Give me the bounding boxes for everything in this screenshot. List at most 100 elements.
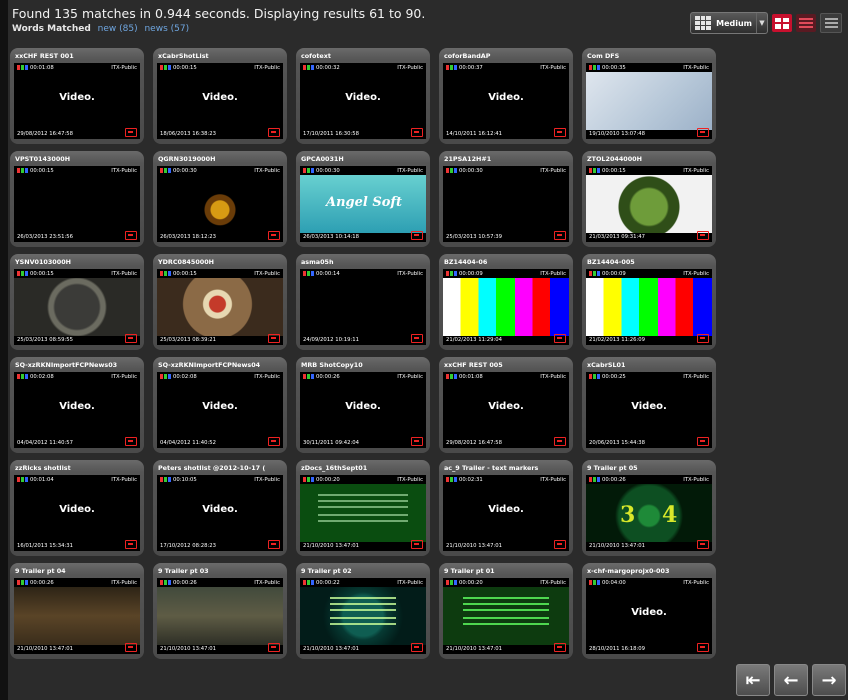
card-thumbnail[interactable]: 00:00:15 ITX-Public 26/03/2013 23:51:56 bbox=[14, 166, 140, 242]
flag-icon[interactable] bbox=[411, 540, 423, 549]
result-card[interactable]: ZTOL2044000H 00:00:15 ITX-Public 21/03/2013… bbox=[582, 151, 716, 247]
flag-icon[interactable] bbox=[268, 643, 280, 652]
word-link-news[interactable]: news (57) bbox=[144, 24, 189, 34]
card-thumbnail[interactable]: 00:02:08 ITX-Public Video. 04/04/2012 11:40… bbox=[157, 372, 283, 448]
card-thumbnail[interactable]: 00:01:04 ITX-Public Video. 16/01/2013 15:34… bbox=[14, 475, 140, 551]
flag-icon[interactable] bbox=[554, 334, 566, 343]
card-thumbnail[interactable]: 00:00:26 ITX-Public 3 4 21/10/2010 13:47:01 bbox=[586, 475, 712, 551]
flag-icon[interactable] bbox=[697, 231, 709, 240]
result-card[interactable]: BZ14404-005 00:00:09 ITX-Public 21/02/2013 … bbox=[582, 254, 716, 350]
card-thumbnail[interactable]: 00:01:08 ITX-Public Video. 29/08/2012 16:47… bbox=[14, 63, 140, 139]
flag-icon[interactable] bbox=[125, 643, 137, 652]
flag-icon[interactable] bbox=[554, 437, 566, 446]
result-card[interactable]: VPST0143000H 00:00:15 ITX-Public 26/03/2013… bbox=[10, 151, 144, 247]
flag-icon[interactable] bbox=[697, 643, 709, 652]
card-thumbnail[interactable]: 00:00:26 ITX-Public 21/10/2010 13:47:01 bbox=[14, 578, 140, 654]
card-thumbnail[interactable]: 00:00:15 ITX-Public 21/03/2013 09:31:47 bbox=[586, 166, 712, 242]
result-card[interactable]: zzRicks shotlist 00:01:04 ITX-Public Video.… bbox=[10, 460, 144, 556]
card-thumbnail[interactable]: 00:00:26 ITX-Public 21/10/2010 13:47:01 bbox=[157, 578, 283, 654]
result-card[interactable]: MRB ShotCopy10 00:00:26 ITX-Public Video. 30… bbox=[296, 357, 430, 453]
result-card[interactable]: Com DFS 00:00:35 ITX-Public 19/10/2010 13:0… bbox=[582, 48, 716, 144]
card-thumbnail[interactable]: 00:04:00 ITX-Public Video. 28/10/2011 16:18… bbox=[586, 578, 712, 654]
flag-icon[interactable] bbox=[125, 437, 137, 446]
result-card[interactable]: zDocs_16thSept01 00:00:20 ITX-Public 21/10/… bbox=[296, 460, 430, 556]
flag-icon[interactable] bbox=[411, 128, 423, 137]
card-thumbnail[interactable]: 00:00:26 ITX-Public Video. 30/11/2011 09:42… bbox=[300, 372, 426, 448]
flag-icon[interactable] bbox=[411, 334, 423, 343]
card-thumbnail[interactable]: 00:00:09 ITX-Public 21/02/2013 11:29:04 bbox=[443, 269, 569, 345]
result-card[interactable]: 9 Trailer pt 01 00:00:20 ITX-Public 21/10/2… bbox=[439, 563, 573, 659]
word-link-new[interactable]: new (85) bbox=[98, 24, 138, 34]
flag-icon[interactable] bbox=[697, 540, 709, 549]
flag-icon[interactable] bbox=[125, 128, 137, 137]
card-thumbnail[interactable]: 00:00:30 ITX-Public Angel Soft 26/03/2013 1… bbox=[300, 166, 426, 242]
result-card[interactable]: coforBandAP 00:00:37 ITX-Public Video. 14/10… bbox=[439, 48, 573, 144]
flag-icon[interactable] bbox=[554, 231, 566, 240]
result-card[interactable]: GPCA0031H 00:00:30 ITX-Public Angel Soft 26/… bbox=[296, 151, 430, 247]
thumbnail-size-select[interactable]: Medium ▼ bbox=[690, 12, 768, 34]
card-thumbnail[interactable]: 00:00:22 ITX-Public 21/10/2010 13:47:01 bbox=[300, 578, 426, 654]
result-card[interactable]: SQ-xzRKNImportFCPNews03 00:02:08 ITX-Publi… bbox=[10, 357, 144, 453]
card-thumbnail[interactable]: 00:02:31 ITX-Public Video. 21/10/2010 13:47… bbox=[443, 475, 569, 551]
result-card[interactable]: YSNV0103000H 00:00:15 ITX-Public 25/03/2013… bbox=[10, 254, 144, 350]
result-card[interactable]: asma05h 00:00:14 ITX-Public 24/09/2012 10:1… bbox=[296, 254, 430, 350]
result-card[interactable]: x-chf-margoprojx0-003 00:04:00 ITX-Public V… bbox=[582, 563, 716, 659]
result-card[interactable]: BZ14404-06 00:00:09 ITX-Public 21/02/2013 1… bbox=[439, 254, 573, 350]
card-thumbnail[interactable]: 00:10:05 ITX-Public Video. 17/10/2012 08:28… bbox=[157, 475, 283, 551]
card-thumbnail[interactable]: 00:00:35 ITX-Public 19/10/2010 13:07:48 bbox=[586, 63, 712, 139]
card-thumbnail[interactable]: 00:00:20 ITX-Public 21/10/2010 13:47:01 bbox=[300, 475, 426, 551]
result-card[interactable]: SQ-xzRKNImportFCPNews04 00:02:08 ITX-Publi… bbox=[153, 357, 287, 453]
previous-page-button[interactable]: ← bbox=[774, 664, 808, 696]
flag-icon[interactable] bbox=[268, 437, 280, 446]
thumbnail-view-button[interactable] bbox=[772, 14, 792, 32]
result-card[interactable]: xxCHF REST 001 00:01:08 ITX-Public Video. 29… bbox=[10, 48, 144, 144]
result-card[interactable]: 9 Trailer pt 05 00:00:26 ITX-Public 3 4 21/10… bbox=[582, 460, 716, 556]
detail-view-button[interactable] bbox=[820, 13, 842, 33]
card-thumbnail[interactable]: 00:00:37 ITX-Public Video. 14/10/2011 16:12… bbox=[443, 63, 569, 139]
flag-icon[interactable] bbox=[554, 128, 566, 137]
card-thumbnail[interactable]: 00:02:08 ITX-Public Video. 04/04/2012 11:40… bbox=[14, 372, 140, 448]
next-page-button[interactable]: → bbox=[812, 664, 846, 696]
result-card[interactable]: 21PSA12H#1 00:00:30 ITX-Public 25/03/2013 1… bbox=[439, 151, 573, 247]
result-card[interactable]: cofotext 00:00:32 ITX-Public Video. 17/10/20… bbox=[296, 48, 430, 144]
card-thumbnail[interactable]: 00:00:15 ITX-Public 25/03/2013 08:39:21 bbox=[157, 269, 283, 345]
flag-icon[interactable] bbox=[268, 231, 280, 240]
result-card[interactable]: xCabrSL01 00:00:25 ITX-Public Video. 20/06/2… bbox=[582, 357, 716, 453]
flag-icon[interactable] bbox=[268, 334, 280, 343]
card-thumbnail[interactable]: 00:00:14 ITX-Public 24/09/2012 10:19:11 bbox=[300, 269, 426, 345]
flag-icon[interactable] bbox=[697, 334, 709, 343]
flag-icon[interactable] bbox=[554, 643, 566, 652]
flag-icon[interactable] bbox=[411, 231, 423, 240]
result-card[interactable]: 9 Trailer pt 04 00:00:26 ITX-Public 21/10/2… bbox=[10, 563, 144, 659]
result-card[interactable]: ac_9 Trailer - text markers 00:02:31 ITX-P… bbox=[439, 460, 573, 556]
card-thumbnail[interactable]: 00:00:15 ITX-Public 25/03/2013 08:59:55 bbox=[14, 269, 140, 345]
card-thumbnail[interactable]: 00:00:15 ITX-Public Video. 18/06/2013 16:38… bbox=[157, 63, 283, 139]
flag-icon[interactable] bbox=[125, 334, 137, 343]
flag-icon[interactable] bbox=[125, 540, 137, 549]
card-thumbnail[interactable]: 00:00:32 ITX-Public Video. 17/10/2011 16:30… bbox=[300, 63, 426, 139]
card-thumbnail[interactable]: 00:01:08 ITX-Public Video. 29/08/2012 16:47… bbox=[443, 372, 569, 448]
card-thumbnail[interactable]: 00:00:25 ITX-Public Video. 20/06/2013 15:44… bbox=[586, 372, 712, 448]
list-view-button[interactable] bbox=[796, 14, 816, 32]
card-thumbnail[interactable]: 00:00:20 ITX-Public 21/10/2010 13:47:01 bbox=[443, 578, 569, 654]
first-page-button[interactable]: ⇤ bbox=[736, 664, 770, 696]
result-card[interactable]: Peters shotlist @2012-10-17 (00:10:05 ITX… bbox=[153, 460, 287, 556]
flag-icon[interactable] bbox=[268, 128, 280, 137]
card-thumbnail[interactable]: 00:00:30 ITX-Public 26/03/2013 18:12:23 bbox=[157, 166, 283, 242]
flag-icon[interactable] bbox=[268, 540, 280, 549]
result-card[interactable]: 9 Trailer pt 03 00:00:26 ITX-Public 21/10/2… bbox=[153, 563, 287, 659]
result-card[interactable]: YDRC0845000H 00:00:15 ITX-Public 25/03/2013… bbox=[153, 254, 287, 350]
card-date: 04/04/2012 11:40:57 bbox=[17, 440, 74, 446]
flag-icon[interactable] bbox=[411, 437, 423, 446]
card-thumbnail[interactable]: 00:00:30 ITX-Public 25/03/2013 10:57:39 bbox=[443, 166, 569, 242]
card-thumbnail[interactable]: 00:00:09 ITX-Public 21/02/2013 11:26:09 bbox=[586, 269, 712, 345]
flag-icon[interactable] bbox=[697, 128, 709, 137]
result-card[interactable]: xCabrShotList 00:00:15 ITX-Public Video. 18/… bbox=[153, 48, 287, 144]
flag-icon[interactable] bbox=[125, 231, 137, 240]
result-card[interactable]: xxCHF REST 005 00:01:08 ITX-Public Video. 29… bbox=[439, 357, 573, 453]
flag-icon[interactable] bbox=[411, 643, 423, 652]
result-card[interactable]: QGRN3019000H 00:00:30 ITX-Public 26/03/2013… bbox=[153, 151, 287, 247]
flag-icon[interactable] bbox=[554, 540, 566, 549]
result-card[interactable]: 9 Trailer pt 02 00:00:22 ITX-Public 21/10/2… bbox=[296, 563, 430, 659]
flag-icon[interactable] bbox=[697, 437, 709, 446]
